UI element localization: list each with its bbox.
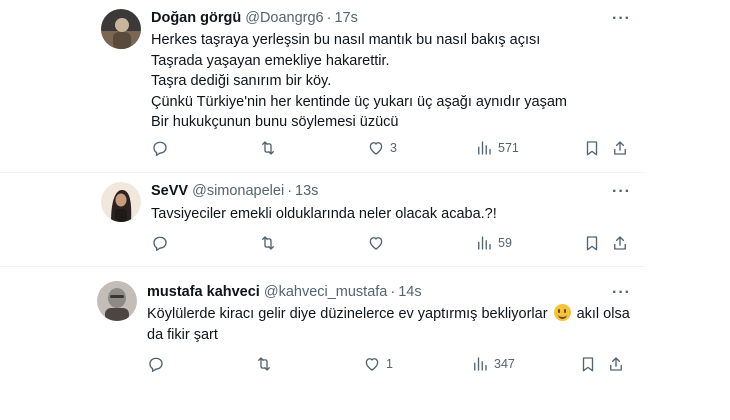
tweet-1[interactable]: Doğan görgü @Doangrg6 · 17s ··· Herkes t… [0,0,645,172]
like-count: 3 [390,141,397,155]
author-handle[interactable]: @Doangrg6 [245,10,323,26]
tweet-text-line: Çünkü Türkiye'nin her kentinde üç yukarı… [151,93,567,110]
retweet-icon [262,141,274,155]
author-name[interactable]: mustafa kahveci [147,284,260,300]
tweet-text-line: Herkes taşraya yerleşsin bu nasıl mantık… [151,32,541,48]
view-count: 59 [498,236,512,250]
bookmark-icon [586,141,598,156]
avatar[interactable] [97,281,137,321]
tweet-3[interactable]: mustafa kahveci @kahveci_mustafa · 14s ·… [0,267,645,397]
author-handle[interactable]: @kahveci_mustafa [264,284,388,300]
share-button[interactable] [607,354,625,374]
share-icon [610,357,622,371]
reply-button[interactable] [151,138,174,158]
tweet-text-line: Bir hukukçunun bunu söylemesi üzücü [151,114,399,130]
bookmark-icon [582,357,594,372]
bookmark-button[interactable] [583,233,601,253]
more-options-icon[interactable]: ··· [612,10,631,28]
retweet-button[interactable] [255,354,278,374]
separator-dot: · [287,183,293,199]
retweet-button[interactable] [259,233,282,253]
retweet-icon [258,357,270,371]
tweet-text-line: Köylülerde kiracı gelir diye düzinelerce… [147,304,630,325]
more-options-icon[interactable]: ··· [612,284,631,302]
view-count: 347 [494,357,515,371]
views-button[interactable]: 59 [475,233,512,253]
tweet-2[interactable]: SeVV @simonapelei · 13s ··· Tavsiyeciler… [0,173,645,266]
tweet-text: Herkes taşraya yerleşsin bu nasıl mantık… [151,30,567,133]
author-name[interactable]: SeVV [151,183,188,199]
timestamp[interactable]: 17s [334,10,357,26]
share-button[interactable] [611,138,629,158]
bookmark-button[interactable] [583,138,601,158]
heart-icon [369,237,383,250]
share-button[interactable] [611,233,629,253]
share-icon [614,236,626,250]
tweet-text: Köylülerde kiracı gelir diye düzinelerce… [147,304,630,345]
retweet-icon [262,236,274,250]
timestamp[interactable]: 14s [398,284,421,300]
like-count: 1 [386,357,393,371]
heart-icon [365,358,379,371]
author-handle[interactable]: @simonapelei [192,183,284,199]
views-button[interactable]: 571 [475,138,519,158]
grinning-face-emoji-icon [553,304,571,321]
bookmark-button[interactable] [579,354,597,374]
avatar[interactable] [101,182,141,222]
like-button[interactable]: 3 [367,138,397,158]
bookmark-icon [586,236,598,251]
reply-icon [149,357,163,372]
separator-dot: · [326,10,332,26]
view-count: 571 [498,141,519,155]
tweet-text-line: Taşrada yaşayan emekliye hakarettir. [151,52,390,69]
heart-icon [369,142,383,155]
reply-button[interactable] [151,233,174,253]
more-options-icon[interactable]: ··· [612,183,631,201]
timestamp[interactable]: 13s [295,183,318,199]
analytics-icon [478,141,491,155]
analytics-icon [478,236,491,250]
author-name[interactable]: Doğan görgü [151,10,241,26]
tweet-text-fragment: akıl olsa [576,306,630,322]
tweet-text-line: da fikir şart [147,326,218,343]
tweet-text-fragment: Köylülerde kiracı gelir diye düzinelerce… [147,306,548,322]
like-button[interactable]: 1 [363,354,393,374]
reply-button[interactable] [147,354,170,374]
tweet-text-line: Taşra dediği sanırım bir köy. [151,73,332,89]
reply-icon [153,141,167,156]
avatar[interactable] [101,9,141,49]
tweet-text-line: Tavsiyeciler emekli olduklarında neler o… [151,206,497,222]
retweet-button[interactable] [259,138,282,158]
like-button[interactable] [367,233,390,253]
analytics-icon [474,357,487,371]
tweet-text: Tavsiyeciler emekli olduklarında neler o… [151,204,497,225]
views-button[interactable]: 347 [471,354,515,374]
separator-dot: · [390,284,396,300]
share-icon [614,141,626,155]
reply-icon [153,236,167,251]
